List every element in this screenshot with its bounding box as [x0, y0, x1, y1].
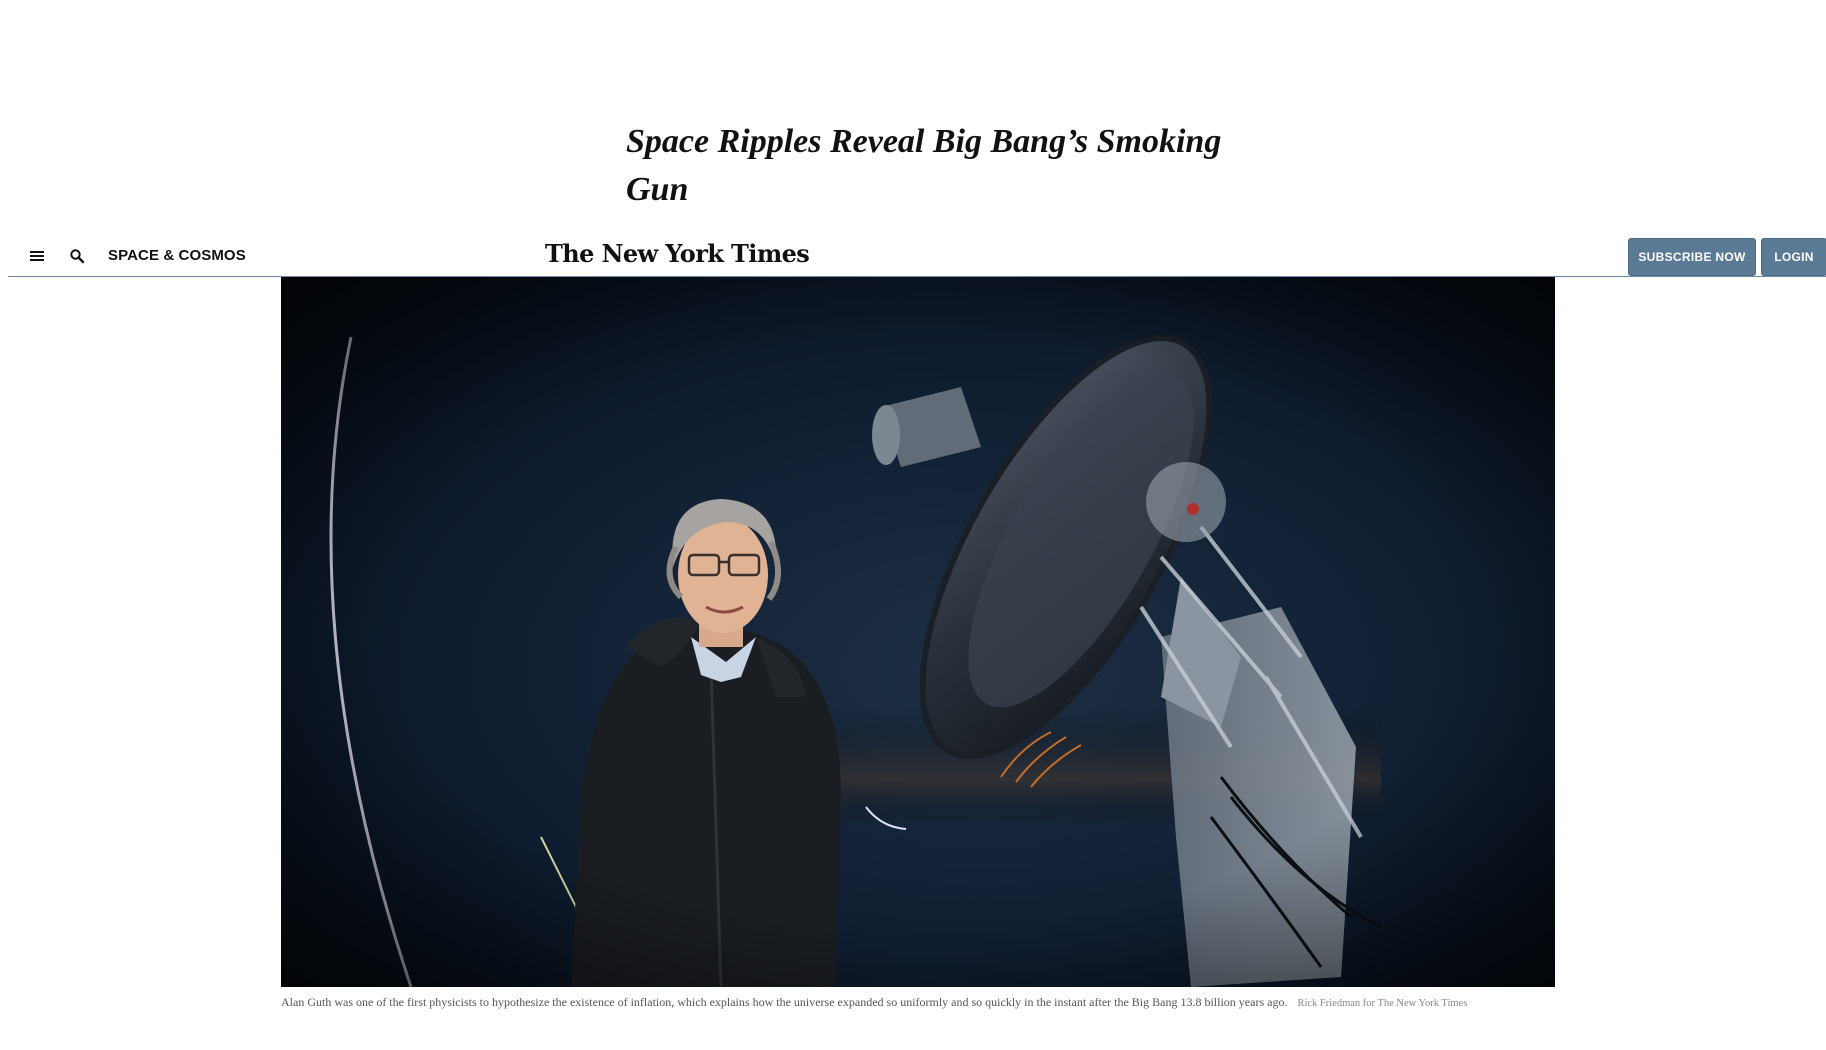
article-headline: Space Ripples Reveal Big Bang’s Smoking …: [626, 123, 1222, 208]
page: Space Ripples Reveal Big Bang’s Smoking …: [0, 0, 1826, 1050]
login-button[interactable]: LOGIN: [1761, 238, 1826, 276]
section-label[interactable]: SPACE & COSMOS: [108, 247, 246, 264]
nyt-logo[interactable]: The New York Times: [545, 239, 810, 268]
masthead-bar: SPACE & COSMOS The New York Times SUBSCR…: [8, 236, 1826, 277]
subscribe-button[interactable]: SUBSCRIBE NOW: [1628, 238, 1756, 276]
photo-credit: Rick Friedman for The New York Times: [1297, 998, 1468, 1009]
article-photo: [281, 277, 1555, 987]
search-icon[interactable]: [65, 244, 89, 268]
photo-caption: Alan Guth was one of the first physicist…: [281, 991, 1555, 1015]
hamburger-menu-icon[interactable]: [25, 244, 49, 268]
caption-text: Alan Guth was one of the first physicist…: [281, 995, 1288, 1009]
